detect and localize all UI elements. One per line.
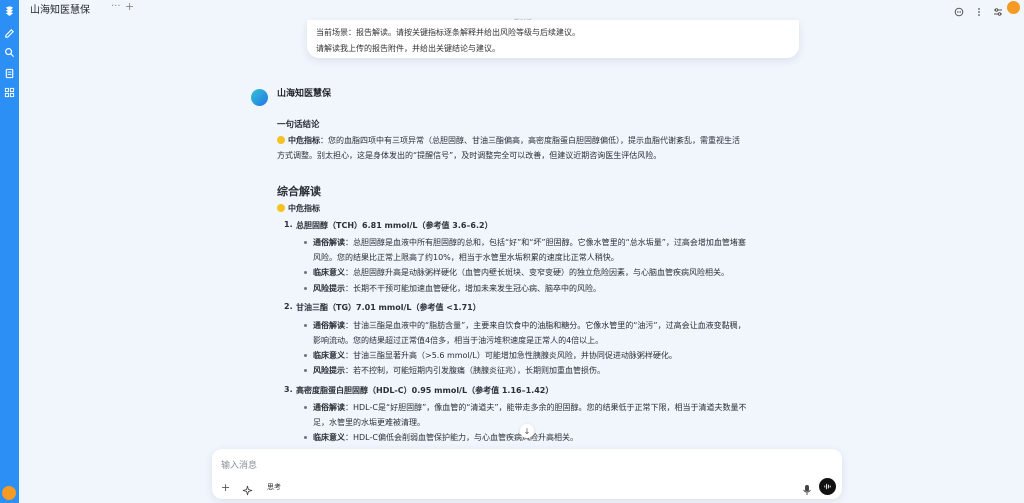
bullet	[304, 436, 307, 439]
sidebar	[0, 0, 19, 503]
item-title: 甘油三酯（TG）7.01 mmol/L（参考值 <1.71）	[296, 303, 481, 312]
point-text: ：总胆固醇升高是动脉粥样硬化（血管内壁长斑块、变窄变硬）的独立危险因素，与心脑血…	[345, 268, 729, 277]
point-label: 临床意义	[313, 351, 345, 360]
point-text: ：甘油三酯显著升高（>5.6 mmol/L）可能增加急性胰腺炎风险，并协同促进动…	[345, 351, 677, 360]
bullet	[304, 369, 307, 372]
add-attachment-icon[interactable]: +	[221, 481, 230, 494]
point-label: 风险提示	[313, 366, 345, 375]
yellow-dot-icon	[277, 204, 285, 212]
sparkle-icon[interactable]	[242, 481, 253, 496]
risk-badge: 中危指标	[288, 136, 320, 145]
bullet	[304, 271, 307, 274]
user-message-line: 请解读我上传的报告附件，并给出关键结论与建议。	[316, 44, 500, 53]
list-item: 临床意义：总胆固醇升高是动脉粥样硬化（血管内壁长斑块、变窄变硬）的独立危险因素，…	[313, 267, 729, 278]
point-label: 通俗解读	[313, 321, 345, 330]
summary-text: 方式调整。别太担心，这是身体发出的“提醒信号”，及时调整完全可以改善，但建议近期…	[277, 151, 662, 160]
more-icon[interactable]: ···	[111, 1, 121, 12]
point-text: ：HDL-C偏低会削弱血管保护能力，与心血管疾病风险升高相关。	[345, 433, 578, 442]
list-item: 通俗解读：甘油三酯是血液中的“脂肪含量”，主要来自饮食中的油脂和糖分。它像水管里…	[313, 320, 746, 331]
summary-text: ：您的血脂四项中有三项异常（总胆固醇、甘油三酯偏高，高密度脂蛋白胆固醇偏低），提…	[320, 136, 740, 145]
section-heading: 综合解读	[277, 185, 321, 198]
list-number: 3.	[284, 385, 293, 394]
point-text: ：长期不干预可能加速血管硬化，增加未来发生冠心病、脑卒中的风险。	[345, 284, 601, 293]
bot-name: 山海知医慧保	[277, 89, 332, 99]
app-logo-icon[interactable]	[3, 4, 16, 17]
point-label: 通俗解读	[313, 403, 345, 412]
settings-sliders-icon[interactable]	[993, 2, 1003, 16]
chat-bubble-icon[interactable]	[954, 2, 964, 17]
list-item: 通俗解读：HDL-C是“好胆固醇”，像血管的“清道夫”，能带走多余的胆固醇。您的…	[313, 402, 747, 413]
list-number: 2.	[284, 302, 293, 311]
message-input[interactable]: 输入消息	[221, 458, 257, 471]
bullet	[304, 354, 307, 357]
section-badge-line: 中危指标	[277, 203, 320, 214]
list-item: 临床意义：HDL-C偏低会削弱血管保护能力，与心血管疾病风险升高相关。	[313, 432, 578, 443]
scroll-down-icon[interactable]: ↓	[520, 424, 534, 438]
user-avatar[interactable]	[2, 486, 16, 500]
point-label: 风险提示	[313, 284, 345, 293]
list-item: 风险提示：若不控制，可能短期内引发腹痛（胰腺炎征兆），长期则加重血管损伤。	[313, 365, 605, 376]
voice-send-button[interactable]	[819, 478, 836, 495]
item-title: 总胆固醇（TCH）6.81 mmol/L（参考值 3.6–6.2）	[296, 221, 493, 230]
bullet	[304, 241, 307, 244]
document-icon[interactable]	[3, 67, 16, 80]
bullet	[304, 287, 307, 290]
title-bar: 山海知医慧保 ··· +	[19, 0, 1024, 17]
bot-avatar	[251, 89, 268, 106]
list-number: 1.	[284, 220, 293, 229]
list-item: 通俗解读：总胆固醇是血液中所有胆固醇的总和，包括“好”和“坏”胆固醇。它像水管里…	[313, 237, 746, 248]
search-icon[interactable]	[3, 46, 16, 59]
add-tab-icon[interactable]: +	[125, 0, 134, 13]
list-item: 风险提示：长期不干预可能加速血管硬化，增加未来发生冠心病、脑卒中的风险。	[313, 283, 601, 294]
apps-grid-icon[interactable]	[3, 86, 16, 99]
user-message-bubble: 当前场景：报告解读。请按关键指标逐条解释并给出风险等级与后续建议。 请解读我上传…	[307, 20, 799, 58]
conversation-title[interactable]: 山海知医慧保	[30, 1, 90, 16]
user-message-line: 当前场景：报告解读。请按关键指标逐条解释并给出风险等级与后续建议。	[316, 28, 580, 37]
yellow-dot-icon	[277, 136, 285, 144]
summary-heading: 一句话结论	[277, 120, 320, 130]
bullet	[304, 406, 307, 409]
point-text: ：总胆固醇是血液中所有胆固醇的总和，包括“好”和“坏”胆固醇。它像水管里的“总水…	[345, 238, 746, 247]
profile-avatar[interactable]	[1007, 1, 1020, 14]
waveform-icon	[824, 483, 831, 490]
point-text: 影响流动。您的结果超过正常值4倍多，相当于油污堆积速度是正常人的4倍以上。	[313, 336, 604, 345]
point-text: ：若不控制，可能短期内引发腹痛（胰腺炎征兆），长期则加重血管损伤。	[345, 366, 605, 375]
think-toggle[interactable]: 思考	[267, 482, 281, 492]
list-item: 临床意义：甘油三酯显著升高（>5.6 mmol/L）可能增加急性胰腺炎风险，并协…	[313, 350, 677, 361]
point-text: ：甘油三酯是血液中的“脂肪含量”，主要来自饮食中的油脂和糖分。它像水管里的“油污…	[345, 321, 746, 330]
point-label: 临床意义	[313, 268, 345, 277]
message-composer: 输入消息 + 思考	[212, 449, 842, 499]
bullet	[304, 324, 307, 327]
point-label: 临床意义	[313, 433, 345, 442]
item-title: 高密度脂蛋白胆固醇（HDL-C）0.95 mmol/L（参考值 1.16–1.4…	[296, 386, 554, 395]
point-text: 足，水管里的水垢更难被清理。	[313, 418, 425, 427]
summary-line: 中危指标：您的血脂四项中有三项异常（总胆固醇、甘油三酯偏高，高密度脂蛋白胆固醇偏…	[277, 135, 740, 146]
new-chat-icon[interactable]	[3, 27, 16, 40]
microphone-icon[interactable]	[802, 481, 812, 495]
risk-badge: 中危指标	[288, 204, 320, 213]
point-text: ：HDL-C是“好胆固醇”，像血管的“清道夫”，能带走多余的胆固醇。您的结果低于…	[345, 403, 747, 412]
menu-dots-icon[interactable]	[974, 2, 984, 16]
point-text: 风险。您的结果比正常上限高了约10%，相当于水管里水垢积累的速度比正常人稍快。	[313, 253, 619, 262]
point-label: 通俗解读	[313, 238, 345, 247]
